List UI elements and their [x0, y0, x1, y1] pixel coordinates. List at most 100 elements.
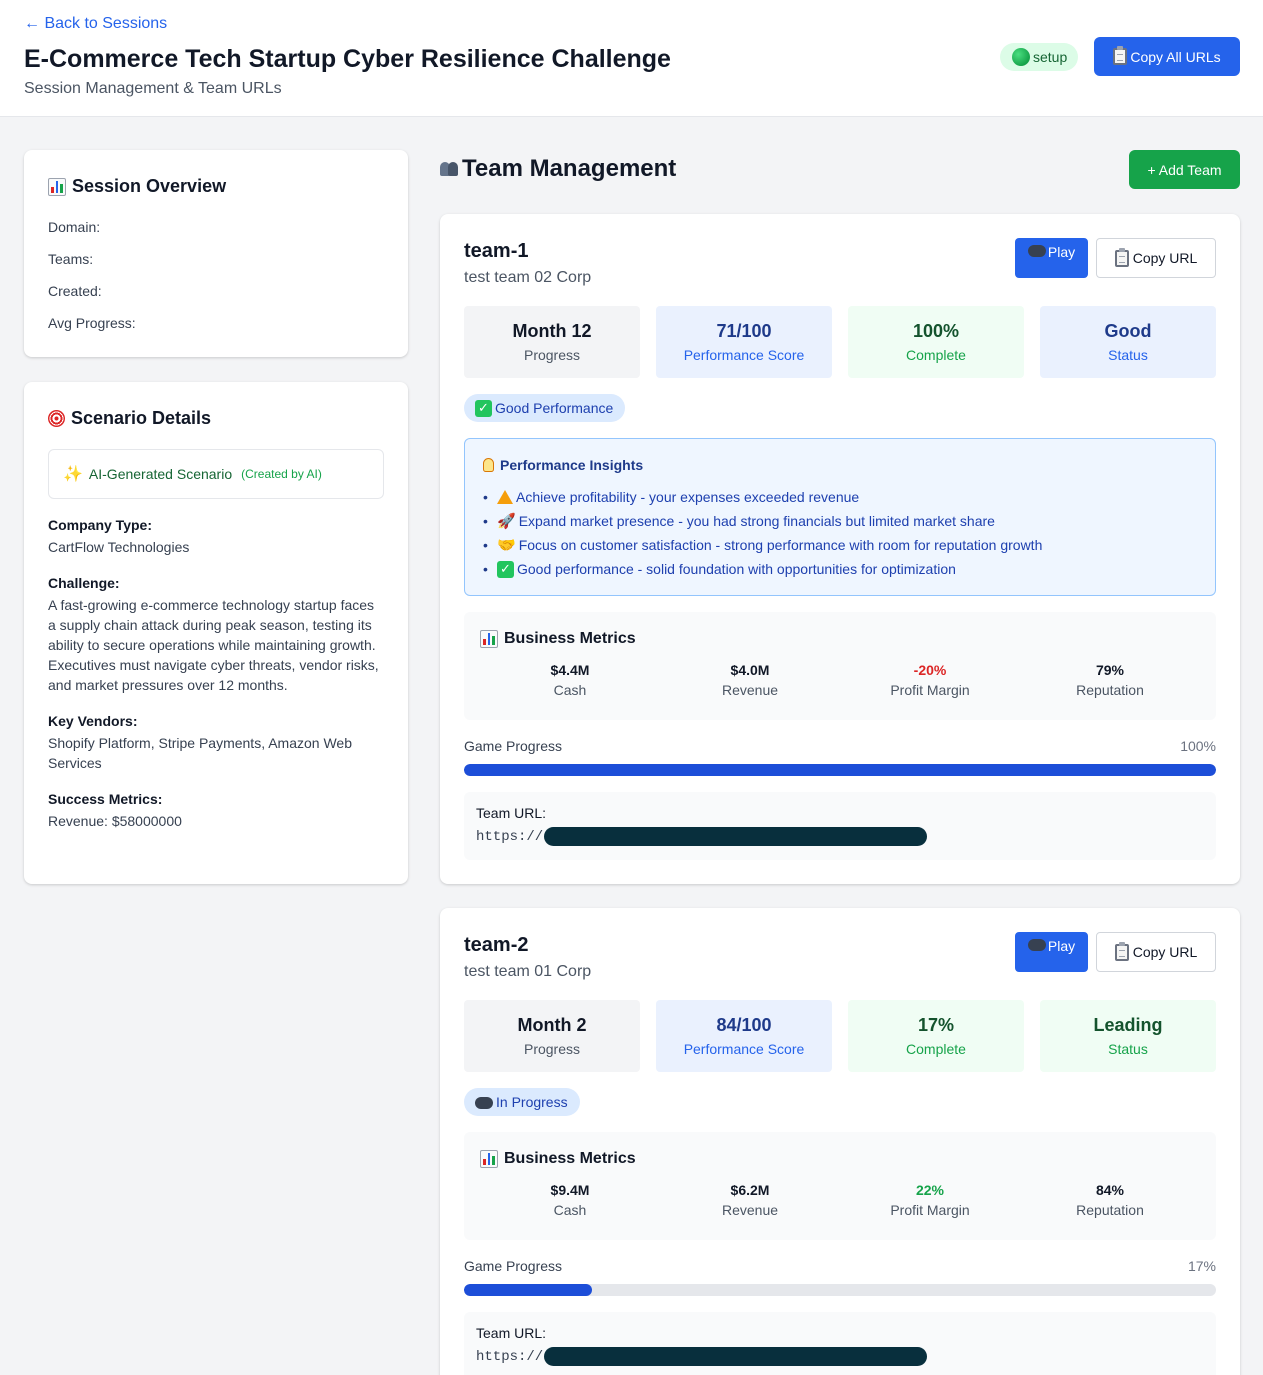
page-header: ← Back to Sessions E-Commerce Tech Start… [0, 0, 1263, 117]
insight-text: Good performance - solid foundation with… [517, 561, 956, 577]
success-metrics-label: Success Metrics: [48, 791, 163, 807]
team-management-heading: Team Management [462, 155, 677, 182]
insight-item: ✓Good performance - solid foundation wit… [483, 557, 1197, 581]
overview-created-label: Created: [48, 283, 102, 299]
metric-value: -20% [913, 662, 947, 678]
metric-label: Reputation [1076, 682, 1144, 698]
team-url[interactable]: https:// [476, 827, 1204, 846]
ai-created-by-label: (Created by AI) [241, 467, 322, 481]
team-corp: test team 02 Corp [464, 269, 592, 286]
challenge-value: A fast-growing e-commerce technology sta… [48, 597, 379, 693]
month-stat: Month 2 Progress [464, 1000, 640, 1072]
copy-url-button[interactable]: Copy URL [1096, 238, 1216, 278]
status-value: Good [1104, 321, 1152, 341]
check-mark-icon: ✓ [475, 399, 492, 417]
copy-url-label: Copy URL [1132, 944, 1198, 960]
copy-url-button[interactable]: Copy URL [1096, 932, 1216, 972]
complete-stat: 100% Complete [848, 306, 1024, 378]
key-vendors-label: Key Vendors: [48, 713, 138, 729]
team-name: team-2 [464, 934, 529, 956]
status-label: Status [1108, 1041, 1148, 1057]
score-label: Performance Score [683, 347, 805, 363]
handshake-icon: 🤝 [497, 535, 516, 554]
team-stats: Month 2 Progress 84/100 Performance Scor… [464, 1000, 1216, 1072]
play-button[interactable]: Play [1015, 932, 1088, 972]
overview-avg-progress-label: Avg Progress: [48, 315, 136, 331]
metric-revenue: $4.0M Revenue [660, 662, 840, 698]
game-progress-label: Game Progress [464, 738, 563, 754]
metric-cash: $4.4M Cash [480, 662, 660, 698]
game-progress-bar [464, 764, 1216, 776]
copy-all-urls-button[interactable]: Copy All URLs [1094, 37, 1240, 76]
people-icon [440, 162, 458, 176]
bar-chart-icon [480, 630, 498, 648]
team-url-prefix: https:// [476, 1348, 544, 1365]
challenge-label: Challenge: [48, 575, 120, 591]
team-url-prefix: https:// [476, 828, 544, 845]
metric-revenue: $6.2M Revenue [660, 1182, 840, 1218]
team-name: team-1 [464, 240, 529, 262]
score-stat: 71/100 Performance Score [656, 306, 832, 378]
add-team-button[interactable]: + Add Team [1129, 150, 1240, 189]
game-progress-percent: 100% [1180, 738, 1216, 754]
complete-label: Complete [906, 1041, 966, 1057]
business-metrics-title: Business Metrics [480, 1150, 1200, 1168]
progress-pill-label: In Progress [496, 1094, 568, 1110]
score-value: 71/100 [716, 321, 772, 341]
progress-pill: In Progress [464, 1088, 580, 1116]
game-progress-percent: 17% [1187, 1258, 1216, 1274]
month-stat: Month 12 Progress [464, 306, 640, 378]
target-icon [48, 410, 65, 427]
team-url[interactable]: https:// [476, 1347, 1204, 1366]
insight-item: 🤝Focus on customer satisfaction - strong… [483, 533, 1197, 557]
metric-reputation: 84% Reputation [1020, 1182, 1200, 1218]
overview-domain-label: Domain: [48, 219, 101, 235]
team-corp: test team 01 Corp [464, 963, 592, 980]
redacted-url [544, 827, 928, 846]
company-type-value: CartFlow Technologies [48, 539, 190, 555]
insight-text: Expand market presence - you had strong … [518, 513, 995, 529]
bar-chart-icon [48, 177, 66, 196]
session-status-label: setup [1033, 49, 1068, 65]
ai-generated-label: AI-Generated Scenario [88, 466, 233, 482]
gamepad-icon [1027, 939, 1046, 951]
clipboard-icon [1114, 247, 1129, 267]
complete-label: Complete [906, 347, 966, 363]
metric-value: 22% [915, 1182, 945, 1198]
metric-value: $6.2M [730, 1182, 770, 1198]
session-status-badge: setup [1000, 43, 1079, 71]
game-progress-fill [464, 764, 1216, 776]
status-value: Leading [1093, 1015, 1163, 1035]
complete-value: 100% [912, 321, 960, 341]
back-to-sessions-link[interactable]: ← Back to Sessions [24, 15, 167, 33]
copy-all-urls-label: Copy All URLs [1130, 48, 1221, 65]
status-stat: Leading Status [1040, 1000, 1216, 1072]
session-overview-title: Session Overview [48, 176, 384, 197]
warning-icon [497, 490, 513, 504]
metric-value: 84% [1095, 1182, 1125, 1198]
light-bulb-icon [483, 458, 494, 472]
game-progress-label: Game Progress [464, 1258, 563, 1274]
team-url-box: Team URL: https:// [464, 792, 1216, 860]
team-url-label: Team URL: [476, 805, 547, 821]
business-metrics: Business Metrics $9.4M Cash $6.2M Revenue … [464, 1132, 1216, 1240]
overview-teams-label: Teams: [48, 251, 94, 267]
clipboard-icon [1113, 46, 1128, 65]
session-overview-heading: Session Overview [72, 176, 227, 196]
company-type-label: Company Type: [48, 517, 152, 533]
play-button[interactable]: Play [1015, 238, 1088, 278]
performance-insights: Performance Insights Achieve profitabili… [464, 438, 1216, 596]
play-label: Play [1047, 938, 1076, 954]
insight-item: 🚀Expand market presence - you had strong… [483, 509, 1197, 533]
key-vendors-value: Shopify Platform, Stripe Payments, Amazo… [48, 735, 352, 771]
business-metrics-title: Business Metrics [480, 630, 1200, 648]
team-url-label: Team URL: [476, 1325, 547, 1341]
month-label: Progress [523, 347, 581, 363]
game-progress-fill [464, 1284, 592, 1296]
performance-pill: ✓ Good Performance [464, 394, 626, 422]
metric-value: 79% [1095, 662, 1125, 678]
green-circle-icon [1012, 48, 1030, 66]
metric-label: Profit Margin [890, 682, 970, 698]
insights-heading: Performance Insights [500, 457, 644, 473]
scenario-details-heading: Scenario Details [71, 408, 212, 428]
